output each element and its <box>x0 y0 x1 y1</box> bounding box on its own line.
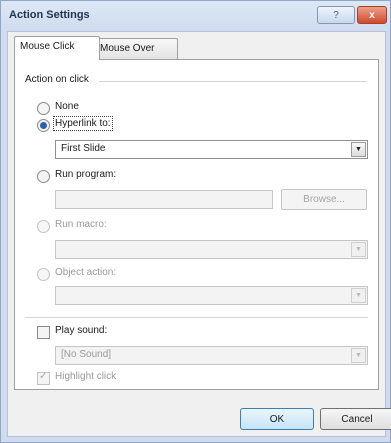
play-sound-label[interactable]: Play sound: <box>55 325 107 336</box>
group-divider <box>99 81 367 82</box>
play-sound-select[interactable]: [No Sound] ▼ <box>55 346 368 365</box>
chevron-down-icon[interactable]: ▼ <box>351 288 366 303</box>
hyperlink-select[interactable]: First Slide ▼ <box>55 140 368 159</box>
radio-hyperlink-label[interactable]: Hyperlink to: <box>53 116 113 131</box>
group-label-action-on-click: Action on click <box>25 74 93 85</box>
help-button[interactable]: ? <box>317 6 355 24</box>
radio-run-macro-label[interactable]: Run macro: <box>55 219 107 230</box>
tab-mouse-click[interactable]: Mouse Click <box>14 36 100 60</box>
action-settings-dialog: Action Settings ? x Mouse Click Mouse Ov… <box>0 0 391 443</box>
close-button[interactable]: x <box>357 6 387 24</box>
radio-object-action-label[interactable]: Object action: <box>55 267 116 278</box>
tab-mouse-over[interactable]: Mouse Over <box>94 38 178 59</box>
highlight-click-label[interactable]: Highlight click <box>55 371 116 382</box>
help-icon: ? <box>333 9 339 21</box>
chevron-down-icon[interactable]: ▼ <box>351 142 366 157</box>
radio-none-label[interactable]: None <box>55 101 79 112</box>
cancel-button[interactable]: Cancel <box>320 408 391 430</box>
radio-hyperlink[interactable] <box>37 119 50 132</box>
radio-none[interactable] <box>37 102 50 115</box>
chevron-down-icon[interactable]: ▼ <box>351 348 366 363</box>
tab-panel-mouse-click: Action on click None Hyperlink to: First… <box>14 59 379 390</box>
highlight-click-checkbox[interactable] <box>37 371 50 385</box>
radio-run-macro[interactable] <box>37 220 50 233</box>
run-macro-select[interactable]: ▼ <box>55 240 368 259</box>
object-action-select[interactable]: ▼ <box>55 286 368 305</box>
separator <box>25 317 368 318</box>
title-bar[interactable]: Action Settings ? x <box>1 1 390 31</box>
dialog-body: Mouse Click Mouse Over Action on click N… <box>7 31 391 437</box>
browse-button[interactable]: Browse... <box>281 189 367 210</box>
radio-run-program[interactable] <box>37 170 50 183</box>
close-icon: x <box>369 9 375 21</box>
dialog-title: Action Settings <box>9 9 90 21</box>
run-program-input[interactable] <box>55 190 273 209</box>
chevron-down-icon[interactable]: ▼ <box>351 242 366 257</box>
radio-object-action[interactable] <box>37 268 50 281</box>
play-sound-select-value: [No Sound] <box>61 349 112 360</box>
radio-run-program-label[interactable]: Run program: <box>55 169 116 180</box>
play-sound-checkbox[interactable] <box>37 326 50 339</box>
ok-button[interactable]: OK <box>240 408 314 430</box>
hyperlink-select-value: First Slide <box>61 143 106 154</box>
